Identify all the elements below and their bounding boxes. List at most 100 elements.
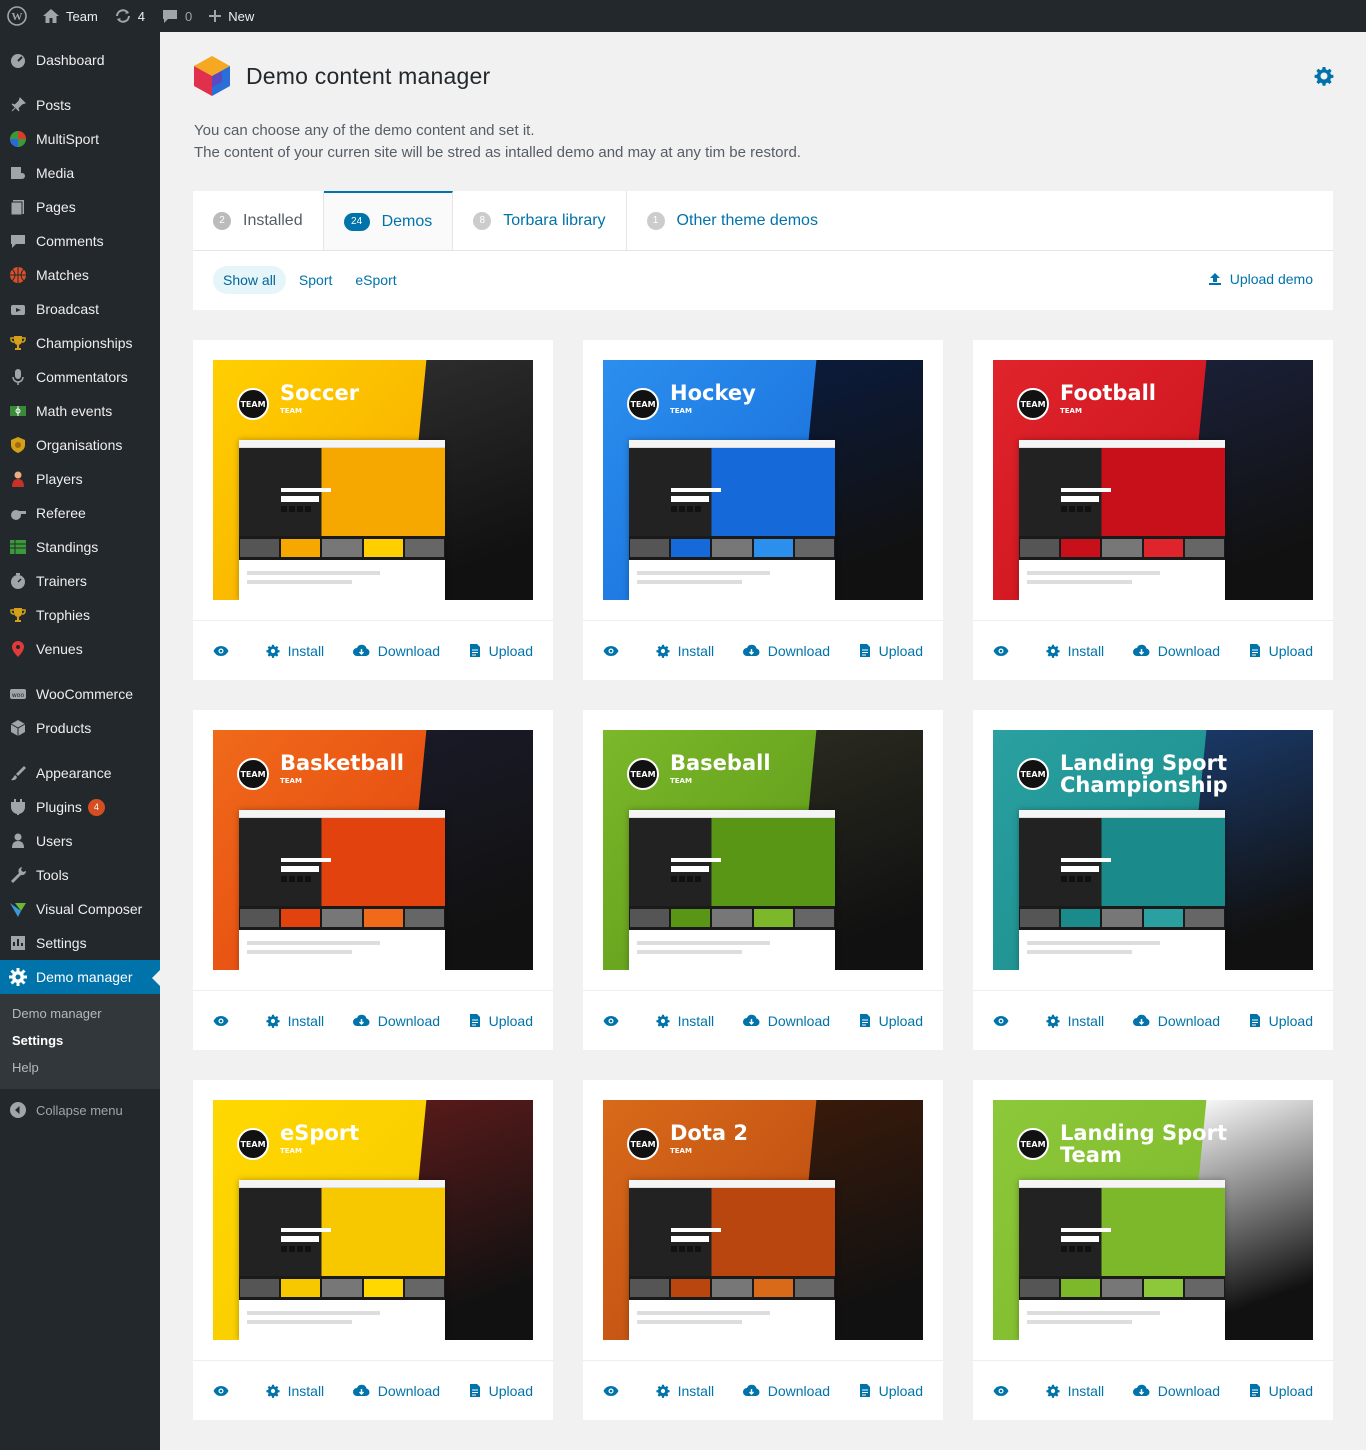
tab-other-theme-demos[interactable]: 1 Other theme demos — [627, 191, 838, 250]
sidebar-item-tools[interactable]: Tools — [0, 858, 160, 892]
sidebar-item-pages[interactable]: Pages — [0, 190, 160, 224]
download-button[interactable]: Download — [352, 1013, 440, 1029]
preview-button[interactable] — [603, 645, 627, 657]
sidebar-item-multisport[interactable]: MultiSport — [0, 122, 160, 156]
download-button[interactable]: Download — [742, 1013, 830, 1029]
demo-thumbnail[interactable]: TEAM Baseball TEAM — [603, 730, 923, 970]
sidebar-item-organisations[interactable]: Organisations — [0, 428, 160, 462]
install-button[interactable]: Install — [266, 1383, 324, 1399]
sidebar-item-trainers[interactable]: Trainers — [0, 564, 160, 598]
upload-button[interactable]: Upload — [859, 643, 923, 659]
mockup-countdown — [1061, 1246, 1067, 1252]
submenu-help[interactable]: Help — [0, 1054, 160, 1081]
install-button[interactable]: Install — [656, 1013, 714, 1029]
new-content-link[interactable]: New — [200, 0, 262, 32]
mockup-hero-heading — [281, 496, 319, 502]
sidebar-item-plugins[interactable]: Plugins 4 — [0, 790, 160, 824]
preview-button[interactable] — [993, 1015, 1017, 1027]
preview-button[interactable] — [603, 1385, 627, 1397]
sidebar-item-commentators[interactable]: Commentators — [0, 360, 160, 394]
install-button[interactable]: Install — [656, 1383, 714, 1399]
sidebar-item-venues[interactable]: Venues — [0, 632, 160, 666]
download-button[interactable]: Download — [742, 1383, 830, 1399]
upload-button[interactable]: Upload — [859, 1383, 923, 1399]
upload-button[interactable]: Upload — [1249, 1383, 1313, 1399]
upload-demo-button[interactable]: Upload demo — [1208, 271, 1313, 287]
upload-button[interactable]: Upload — [469, 1383, 533, 1399]
sidebar-item-demo-manager[interactable]: Demo manager — [0, 960, 160, 994]
wordpress-logo-icon[interactable]: W — [0, 0, 34, 32]
preview-button[interactable] — [213, 1385, 237, 1397]
download-button[interactable]: Download — [1132, 1383, 1220, 1399]
upload-button[interactable]: Upload — [469, 1013, 533, 1029]
demo-thumbnail[interactable]: TEAM Landing Sport Championship — [993, 730, 1313, 970]
sidebar-item-visual-composer[interactable]: Visual Composer — [0, 892, 160, 926]
collapse-menu-button[interactable]: Collapse menu — [0, 1093, 160, 1127]
filter-sport[interactable]: Sport — [289, 266, 342, 294]
sidebar-item-trophies[interactable]: Trophies — [0, 598, 160, 632]
sidebar-item-dashboard[interactable]: Dashboard — [0, 43, 160, 77]
submenu-settings[interactable]: Settings — [0, 1027, 160, 1054]
download-button[interactable]: Download — [352, 1383, 440, 1399]
demo-subtitle: TEAM — [280, 1147, 302, 1155]
preview-button[interactable] — [993, 645, 1017, 657]
team-logo-badge: TEAM — [1017, 758, 1049, 790]
demo-thumbnail[interactable]: TEAM Hockey TEAM — [603, 360, 923, 600]
sidebar-item-users[interactable]: Users — [0, 824, 160, 858]
install-label: Install — [287, 642, 325, 659]
filter-esport[interactable]: eSport — [345, 266, 406, 294]
upload-file-icon — [1249, 644, 1260, 657]
install-button[interactable]: Install — [266, 642, 325, 659]
install-button[interactable]: Install — [266, 1013, 324, 1029]
demo-thumbnail[interactable]: TEAM Football TEAM — [993, 360, 1313, 600]
download-button[interactable]: Download — [352, 643, 440, 659]
sidebar-item-broadcast[interactable]: Broadcast — [0, 292, 160, 326]
demo-thumbnail[interactable]: TEAM Landing Sport Team — [993, 1100, 1313, 1340]
sidebar-item-comments[interactable]: Comments — [0, 224, 160, 258]
shield-icon — [8, 435, 28, 455]
download-button[interactable]: Download — [1132, 643, 1220, 659]
sidebar-item-woocommerce[interactable]: woo WooCommerce — [0, 677, 160, 711]
tab-torbara-library[interactable]: 8 Torbara library — [453, 191, 627, 250]
sidebar-item-settings[interactable]: Settings — [0, 926, 160, 960]
updates-link[interactable]: 4 — [106, 0, 153, 32]
upload-button[interactable]: Upload — [859, 1013, 923, 1029]
sidebar-item-championships[interactable]: Championships — [0, 326, 160, 360]
upload-button[interactable]: Upload — [469, 643, 533, 659]
sidebar-item-math-events[interactable]: Math events — [0, 394, 160, 428]
filter-show-all[interactable]: Show all — [213, 266, 286, 294]
upload-file-icon — [1249, 1384, 1260, 1397]
submenu-demo-manager[interactable]: Demo manager — [0, 1000, 160, 1027]
comments-link[interactable]: 0 — [153, 0, 200, 32]
install-button[interactable]: Install — [1046, 643, 1104, 659]
upload-button[interactable]: Upload — [1249, 643, 1313, 659]
demo-thumbnail[interactable]: TEAM Dota 2 TEAM — [603, 1100, 923, 1340]
preview-button[interactable] — [603, 1015, 627, 1027]
preview-button[interactable] — [213, 645, 237, 657]
preview-button[interactable] — [993, 1385, 1017, 1397]
sidebar-item-matches[interactable]: Matches — [0, 258, 160, 292]
install-button[interactable]: Install — [1046, 1383, 1104, 1399]
sidebar-item-players[interactable]: Players — [0, 462, 160, 496]
upload-icon — [1208, 273, 1221, 285]
demo-thumbnail[interactable]: TEAM Soccer TEAM — [213, 360, 533, 600]
upload-button[interactable]: Upload — [1249, 1013, 1313, 1029]
site-name-link[interactable]: Team — [34, 0, 106, 32]
sidebar-item-standings[interactable]: Standings — [0, 530, 160, 564]
download-button[interactable]: Download — [1132, 1013, 1220, 1029]
demo-thumbnail[interactable]: TEAM eSport TEAM — [213, 1100, 533, 1340]
tab-demos[interactable]: 24 Demos — [323, 191, 454, 250]
sidebar-item-label: Standings — [36, 539, 99, 555]
download-button[interactable]: Download — [742, 643, 830, 659]
sidebar-item-referee[interactable]: Referee — [0, 496, 160, 530]
sidebar-item-appearance[interactable]: Appearance — [0, 756, 160, 790]
demo-thumbnail[interactable]: TEAM Basketball TEAM — [213, 730, 533, 970]
sidebar-item-products[interactable]: Products — [0, 711, 160, 745]
sidebar-item-posts[interactable]: Posts — [0, 88, 160, 122]
preview-button[interactable] — [213, 1015, 237, 1027]
sidebar-item-media[interactable]: Media — [0, 156, 160, 190]
install-button[interactable]: Install — [1046, 1013, 1104, 1029]
install-button[interactable]: Install — [656, 643, 714, 659]
settings-gear-icon[interactable] — [1314, 66, 1334, 86]
tab-installed[interactable]: 2 Installed — [193, 191, 324, 250]
